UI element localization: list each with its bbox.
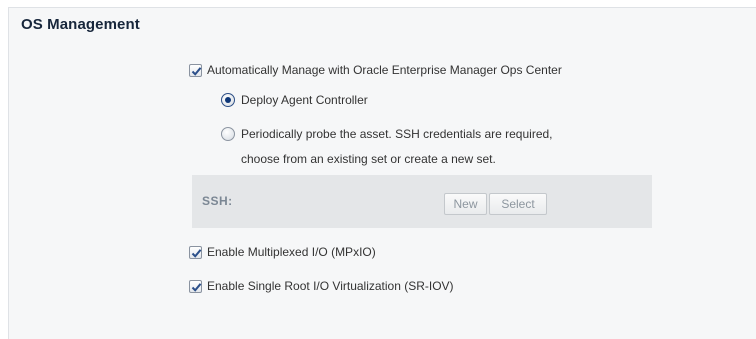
os-management-panel: OS Management Automatically Manage with …	[8, 7, 756, 339]
probe-option[interactable]: Periodically probe the asset. SSH creden…	[221, 127, 553, 141]
sriov-option[interactable]: Enable Single Root I/O Virtualization (S…	[189, 279, 454, 293]
sriov-label: Enable Single Root I/O Virtualization (S…	[207, 279, 454, 293]
checkmark-icon	[191, 282, 202, 292]
probe-label-line2: choose from an existing set or create a …	[241, 152, 496, 166]
deploy-agent-option[interactable]: Deploy Agent Controller	[221, 93, 368, 107]
checkmark-icon	[191, 248, 202, 258]
section-title: OS Management	[21, 16, 140, 33]
mpxio-option[interactable]: Enable Multiplexed I/O (MPxIO)	[189, 245, 376, 259]
new-credential-button[interactable]: New	[444, 193, 487, 215]
ssh-credentials-box: SSH: New Select	[192, 175, 652, 228]
mpxio-label: Enable Multiplexed I/O (MPxIO)	[207, 245, 376, 259]
select-credential-button[interactable]: Select	[489, 193, 547, 215]
deploy-agent-label: Deploy Agent Controller	[241, 93, 368, 107]
auto-manage-option[interactable]: Automatically Manage with Oracle Enterpr…	[189, 63, 562, 77]
ssh-label: SSH:	[202, 194, 233, 208]
probe-radio[interactable]	[221, 127, 235, 141]
sriov-checkbox[interactable]	[189, 279, 202, 293]
auto-manage-checkbox[interactable]	[189, 63, 202, 77]
checkmark-icon	[191, 66, 202, 76]
deploy-agent-radio[interactable]	[221, 93, 235, 107]
auto-manage-label: Automatically Manage with Oracle Enterpr…	[207, 63, 562, 77]
mpxio-checkbox[interactable]	[189, 245, 202, 259]
probe-label-line1: Periodically probe the asset. SSH creden…	[241, 127, 553, 141]
